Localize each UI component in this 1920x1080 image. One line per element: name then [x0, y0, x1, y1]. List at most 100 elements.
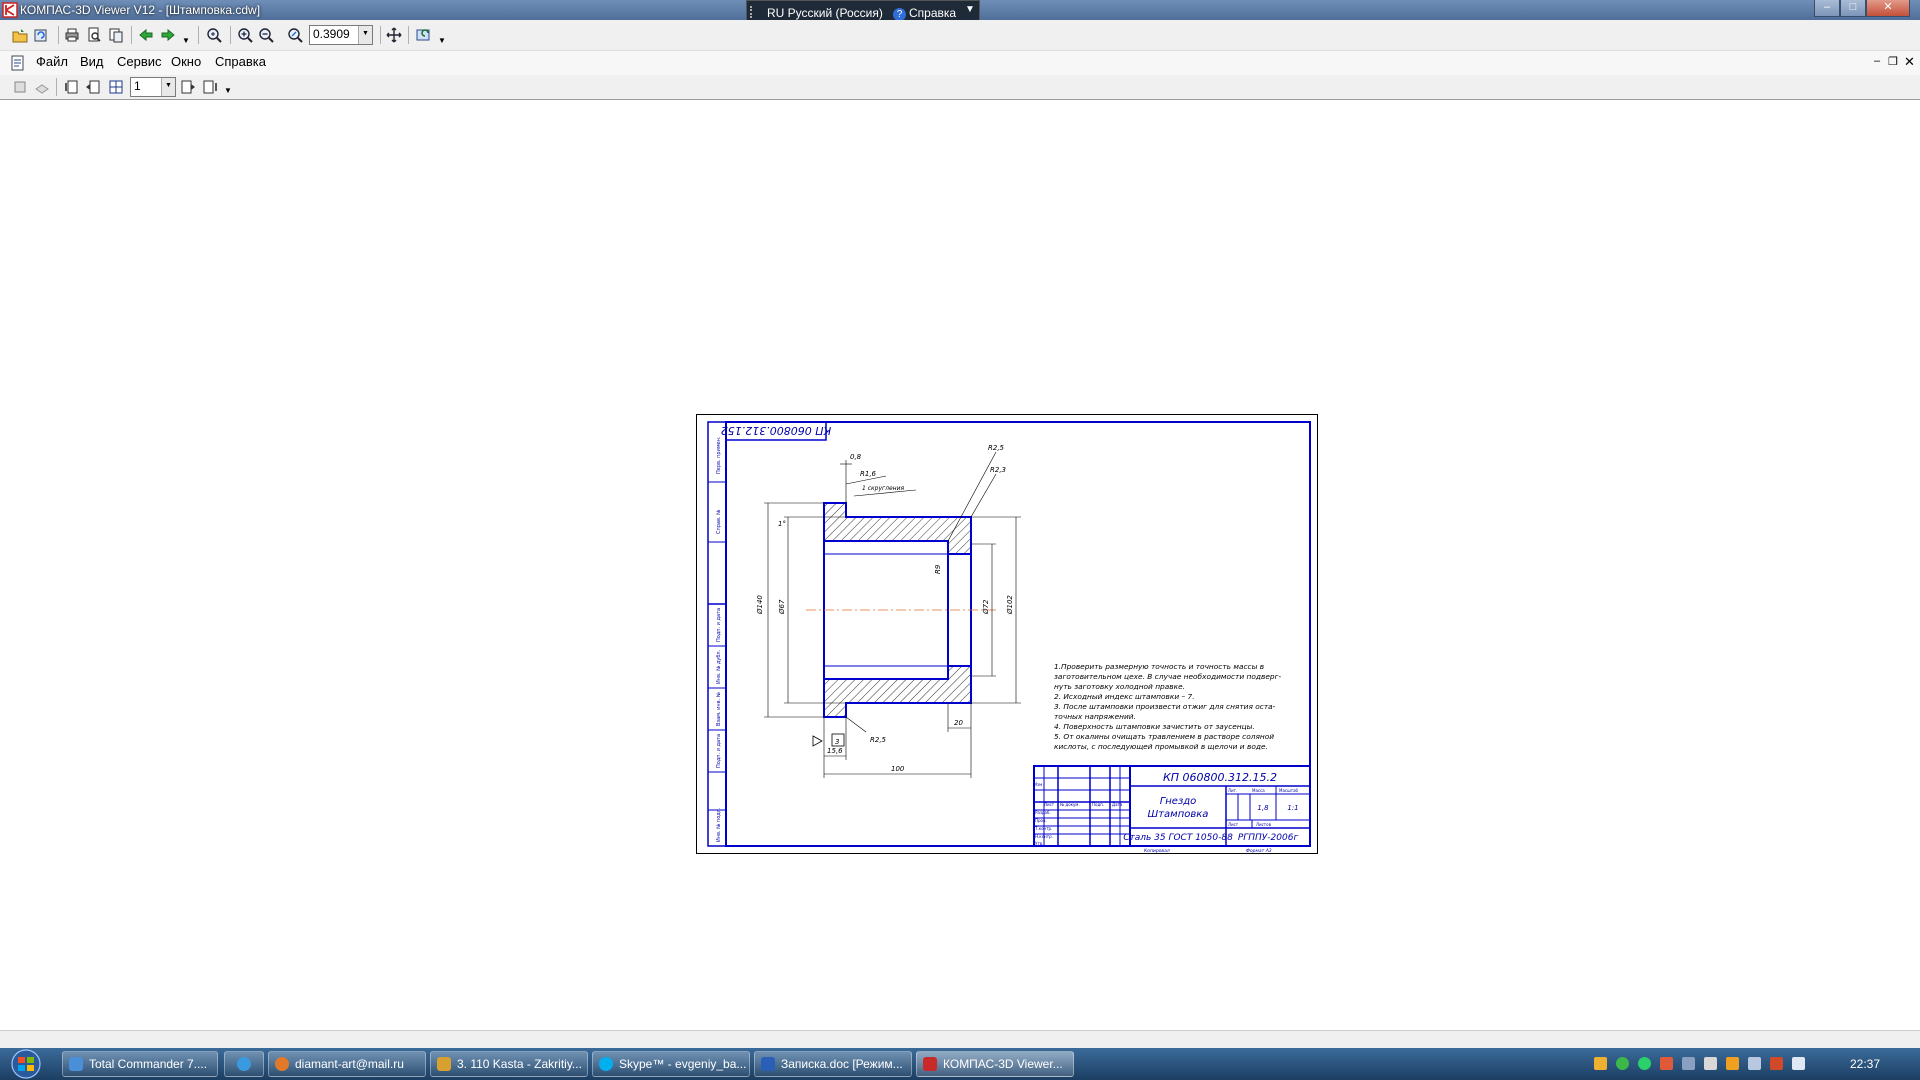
- drawing-canvas[interactable]: Перв. примен. Справ. № Подп. и дата Инв.…: [0, 99, 1920, 1031]
- taskbar-item-kompas[interactable]: КОМПАС-3D Viewer...: [916, 1051, 1074, 1077]
- toolbar-overflow-icon[interactable]: ▼: [182, 36, 190, 45]
- skype-icon: [599, 1057, 613, 1071]
- format-label: Формат А3: [1246, 848, 1272, 854]
- toolbar-separator: [408, 26, 409, 44]
- dim-label: 3: [835, 738, 839, 746]
- doc-minimize-button[interactable]: –: [1874, 55, 1880, 67]
- standard-toolbar: ▼ 0.3909 ▼ ▼: [0, 20, 1920, 51]
- grip-icon[interactable]: [750, 6, 756, 18]
- refresh-file-icon[interactable]: [33, 27, 49, 43]
- dim-label: Ø67: [778, 599, 786, 615]
- layers-icon[interactable]: [34, 79, 50, 95]
- zoom-window-icon[interactable]: [206, 27, 222, 43]
- doc-close-button[interactable]: ✕: [1904, 54, 1915, 70]
- langbar-options-icon[interactable]: ▼: [965, 4, 975, 15]
- dim-label: R9: [934, 564, 942, 574]
- toolbar-separator: [131, 26, 132, 44]
- floppy-icon: [69, 1057, 83, 1071]
- menu-window[interactable]: Окно: [171, 54, 201, 69]
- next-page-icon[interactable]: [180, 79, 196, 95]
- dim-label: R2,5: [988, 444, 1005, 452]
- tray-updates-icon[interactable]: [1726, 1057, 1739, 1070]
- taskbar-item-word[interactable]: Записка.doc [Режим...: [754, 1051, 912, 1077]
- language-selector[interactable]: RU Русский (Россия): [767, 6, 883, 20]
- title-cell: Изм: [1034, 782, 1042, 787]
- taskbar-item-total-commander[interactable]: Total Commander 7....: [62, 1051, 218, 1077]
- menu-help[interactable]: Справка: [215, 54, 266, 69]
- back-arrow-icon[interactable]: [138, 27, 154, 43]
- first-page-icon[interactable]: [64, 79, 80, 95]
- tray-skype-icon[interactable]: [1638, 1057, 1651, 1070]
- taskbar: Total Commander 7.... diamant-art@mail.r…: [0, 1048, 1920, 1080]
- mirrored-stamp: КП 060800.312.152: [721, 424, 832, 437]
- zoom-combo[interactable]: 0.3909 ▼: [309, 25, 373, 45]
- dim-label: R2,3: [990, 466, 1006, 474]
- menu-file[interactable]: Файл: [36, 54, 68, 69]
- forward-arrow-icon[interactable]: [160, 27, 176, 43]
- tray-shield-icon[interactable]: [1660, 1057, 1673, 1070]
- tray-device-icon[interactable]: [1682, 1057, 1695, 1070]
- document-icon[interactable]: [10, 55, 26, 71]
- part-name: Гнездо: [1160, 796, 1197, 807]
- open-file-icon[interactable]: [12, 27, 28, 43]
- layer-icon[interactable]: [12, 79, 28, 95]
- page-number-combo[interactable]: 1 ▼: [130, 77, 176, 97]
- maximize-button[interactable]: □: [1840, 0, 1866, 17]
- zoom-out-icon[interactable]: [258, 27, 274, 43]
- designation: КП 060800.312.15.2: [1163, 771, 1277, 784]
- taskbar-item-label: КОМПАС-3D Viewer...: [943, 1057, 1063, 1071]
- last-page-icon[interactable]: [202, 79, 218, 95]
- tray-status-icon[interactable]: [1616, 1057, 1629, 1070]
- toolbar-overflow-icon[interactable]: ▼: [438, 36, 446, 45]
- status-bar: [0, 1030, 1920, 1049]
- tray-alert-icon[interactable]: [1770, 1057, 1783, 1070]
- zoom-in-icon[interactable]: [237, 27, 253, 43]
- taskbar-item-ie[interactable]: [224, 1051, 264, 1077]
- dim-label: 15,6: [827, 747, 843, 755]
- minimize-button[interactable]: –: [1814, 0, 1840, 17]
- zoom-scale-icon[interactable]: [287, 27, 303, 43]
- kompas-app-icon[interactable]: [2, 2, 18, 18]
- dim-label: 1 скругления: [862, 485, 905, 492]
- sheets-icon[interactable]: [108, 79, 124, 95]
- dim-label: Ø102: [1006, 595, 1014, 615]
- previous-page-icon[interactable]: [85, 79, 101, 95]
- volume-icon[interactable]: [1792, 1057, 1805, 1070]
- note-line: нуть заготовку холодной правке.: [1054, 682, 1185, 691]
- chevron-down-icon[interactable]: ▼: [161, 78, 175, 96]
- title-cell: Листов: [1256, 822, 1272, 827]
- side-label: Перв. примен.: [716, 436, 722, 474]
- doc-restore-button[interactable]: ❐: [1888, 55, 1898, 68]
- print-icon[interactable]: [64, 27, 80, 43]
- page-setup-icon[interactable]: [108, 27, 124, 43]
- toolbar-separator: [380, 26, 381, 44]
- toolbar-overflow-icon[interactable]: ▼: [224, 86, 232, 95]
- taskbar-item-skype[interactable]: Skype™ - evgeniy_ba...: [592, 1051, 750, 1077]
- title-cell: Подп.: [1092, 802, 1104, 807]
- note-line: 1.Проверить размерную точность и точност…: [1054, 662, 1264, 671]
- menu-bar: Файл Вид Сервис Окно Справка – ❐ ✕: [0, 51, 1920, 75]
- note-line: 3. После штамповки произвести отжиг для …: [1054, 702, 1276, 711]
- tray-app-icon[interactable]: [1594, 1057, 1607, 1070]
- note-line: 4. Поверхность штамповки зачистить от за…: [1054, 722, 1255, 731]
- pan-icon[interactable]: [386, 27, 402, 43]
- print-preview-icon[interactable]: [86, 27, 102, 43]
- refresh-view-icon[interactable]: [416, 27, 432, 43]
- technical-notes: 1.Проверить размерную точность и точност…: [1054, 662, 1281, 751]
- menu-service[interactable]: Сервис: [117, 54, 162, 69]
- organization: РГППУ-2006г: [1238, 833, 1299, 843]
- taskbar-item-media[interactable]: 3. 110 Kasta - Zakritiy...: [430, 1051, 588, 1077]
- close-button[interactable]: ✕: [1866, 0, 1910, 17]
- help-button[interactable]: ? Справка: [893, 6, 956, 21]
- tray-network-icon[interactable]: [1748, 1057, 1761, 1070]
- chevron-down-icon[interactable]: ▼: [358, 26, 372, 44]
- help-label: Справка: [909, 6, 957, 20]
- ie-icon: [237, 1057, 251, 1071]
- menu-view[interactable]: Вид: [80, 54, 104, 69]
- side-label: Подп. и дата: [716, 734, 722, 768]
- start-button[interactable]: [4, 1048, 48, 1080]
- clock[interactable]: 22:37: [1850, 1057, 1880, 1071]
- tray-flag-icon[interactable]: [1704, 1057, 1717, 1070]
- title-cell: Утв.: [1035, 841, 1043, 846]
- taskbar-item-mail[interactable]: diamant-art@mail.ru: [268, 1051, 426, 1077]
